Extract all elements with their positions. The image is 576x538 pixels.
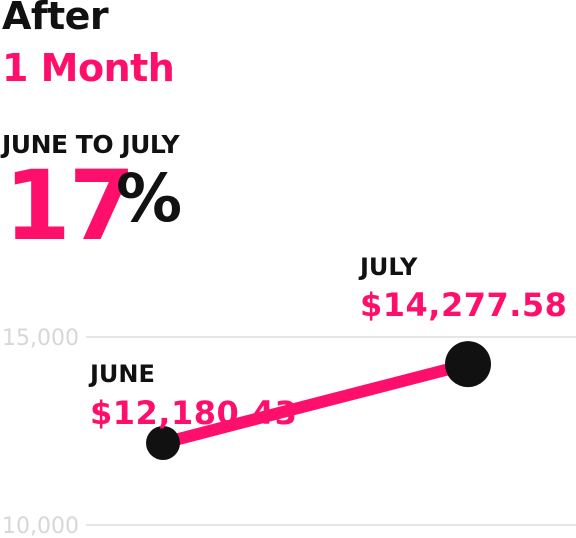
july-value-label: $14,277.58: [360, 286, 568, 324]
june-value-label: $12,180.43: [90, 394, 298, 432]
june-label: JUNE: [90, 360, 155, 388]
y-tick-label-0: 10,000: [2, 514, 79, 538]
line-chart: 10,000 15,000: [2, 326, 576, 538]
data-point-july: [445, 341, 491, 388]
y-tick-label-1: 15,000: [2, 326, 79, 351]
july-label: JULY: [360, 253, 418, 281]
